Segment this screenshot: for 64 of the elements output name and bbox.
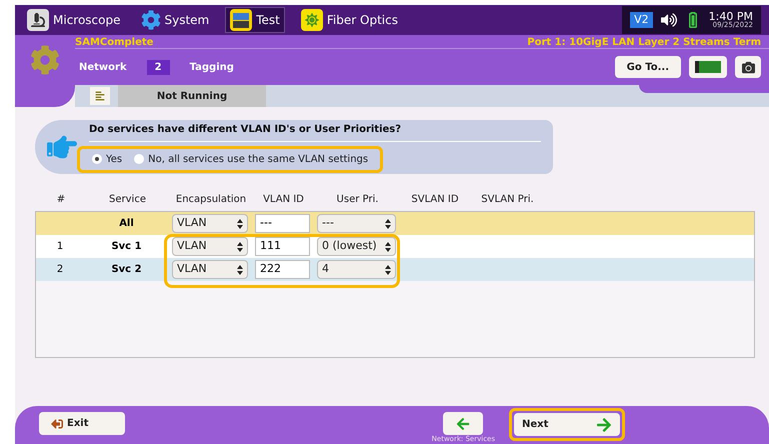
port-label: Port 1: 10GigE LAN Layer 2 Streams Term	[527, 36, 761, 48]
exit-icon	[51, 418, 63, 430]
vlan-id-field[interactable]: 222	[255, 260, 310, 279]
row-number: 2	[56, 263, 64, 277]
back-arrow-icon	[456, 416, 470, 430]
vlan-id-field[interactable]: ---	[255, 214, 310, 233]
gear-icon	[140, 10, 160, 30]
back-button[interactable]	[443, 412, 484, 435]
module-icon	[695, 61, 721, 73]
stepper-icon	[237, 264, 243, 274]
table-row[interactable]: 2 Svc 2 VLAN 222 4	[36, 258, 754, 281]
encapsulation-select[interactable]: VLAN	[172, 214, 248, 233]
camera-button[interactable]	[735, 56, 761, 78]
next-button[interactable]: Next	[514, 413, 620, 436]
service-name: All	[118, 217, 135, 231]
clock-time: 1:40 PM	[708, 11, 753, 22]
notes-button[interactable]	[90, 87, 110, 105]
notes-icon	[95, 91, 105, 101]
stepper-icon	[385, 264, 391, 274]
gear-icon	[30, 45, 60, 75]
camera-icon	[742, 60, 754, 74]
speaker-icon[interactable]	[660, 12, 677, 28]
app-tab[interactable]: Fiber Optics	[296, 7, 402, 33]
priority-select[interactable]: 0 (lowest)	[317, 237, 396, 256]
step-tab[interactable]: Tagging	[186, 60, 238, 74]
next-arrow-icon	[596, 416, 612, 432]
vlan-id-field[interactable]: 111	[255, 237, 310, 256]
run-status: Not Running	[118, 85, 266, 107]
stepper-icon	[237, 242, 243, 252]
app-tab[interactable]: Microscope	[23, 7, 124, 33]
service-name: Svc 1	[110, 240, 143, 254]
goto-button[interactable]: Go To...	[614, 56, 681, 78]
encapsulation-select[interactable]: VLAN	[172, 237, 248, 256]
module-button[interactable]	[689, 56, 727, 78]
stepper-icon	[237, 218, 243, 228]
exit-button[interactable]: Exit	[39, 412, 125, 435]
stepper-icon	[385, 218, 391, 228]
table-row[interactable]: All VLAN --- ---	[36, 212, 754, 235]
table-row[interactable]: 1 Svc 1 VLAN 111 0 (lowest)	[36, 235, 754, 258]
column-header: User Pri.	[336, 193, 380, 207]
column-header: VLAN ID	[262, 193, 305, 207]
priority-select[interactable]: 4	[317, 260, 396, 279]
service-name: Svc 2	[110, 263, 143, 277]
column-header: #	[56, 193, 66, 207]
column-header: Encapsulation	[174, 193, 248, 207]
microscope-icon	[27, 9, 49, 31]
column-header: SVLAN ID	[410, 193, 460, 207]
radio-option[interactable]: Yes	[92, 152, 122, 166]
row-number: 1	[56, 240, 64, 254]
radio-option[interactable]: No, all services use the same VLAN settings	[134, 152, 368, 166]
encapsulation-select[interactable]: VLAN	[172, 260, 248, 279]
test-title: SAMComplete	[75, 36, 154, 48]
column-header: SVLAN Pri.	[480, 193, 535, 207]
app-tab[interactable]: Test	[225, 7, 285, 33]
version-badge: V2	[630, 12, 653, 28]
step-tab[interactable]: Network	[75, 60, 131, 74]
stepper-icon	[385, 242, 391, 252]
step-tab[interactable]: 2	[146, 60, 170, 74]
test-icon	[230, 9, 252, 31]
app-tab[interactable]: System	[136, 7, 214, 33]
question-text: Do services have different VLAN ID's or User Priorities?	[89, 122, 541, 142]
priority-select[interactable]: ---	[317, 214, 396, 233]
column-header: Service	[108, 193, 147, 207]
sparkle-icon	[300, 9, 323, 31]
